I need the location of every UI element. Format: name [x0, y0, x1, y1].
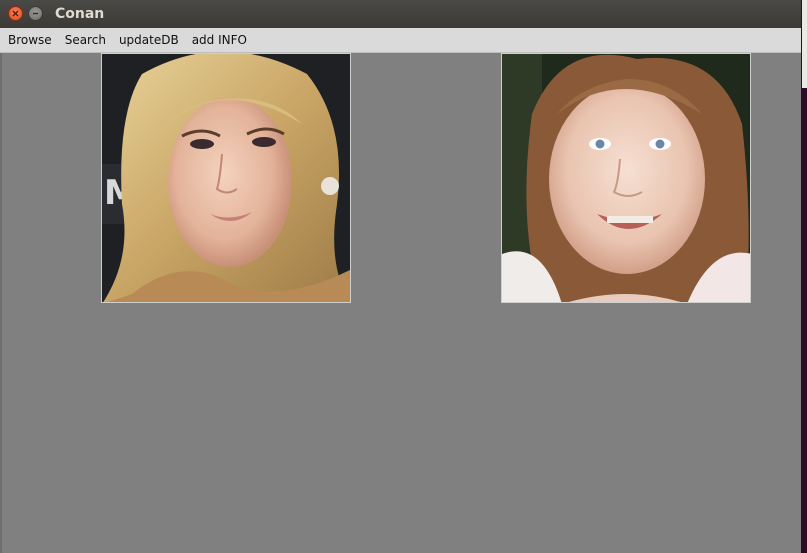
minimize-icon [33, 12, 38, 15]
face-photo-icon: MBA [102, 54, 350, 302]
menu-bar: Browse Search updateDB add INFO [0, 28, 801, 53]
menu-updatedb[interactable]: updateDB [112, 28, 185, 52]
query-face-image: MBA [101, 53, 351, 303]
desktop-terminal-behind [800, 88, 807, 553]
face-photo-icon [502, 54, 750, 302]
title-bar[interactable]: Conan [0, 0, 801, 29]
menu-browse[interactable]: Browse [0, 28, 58, 52]
close-button[interactable] [8, 6, 23, 21]
close-icon [12, 10, 19, 17]
desktop-window-behind [800, 0, 807, 88]
menu-add-info[interactable]: add INFO [185, 28, 253, 52]
match-face-image [501, 53, 751, 303]
menu-search[interactable]: Search [58, 28, 112, 52]
window-title: Conan [55, 6, 105, 22]
app-window: Conan Browse Search updateDB add INFO [0, 0, 801, 553]
minimize-button[interactable] [28, 6, 43, 21]
